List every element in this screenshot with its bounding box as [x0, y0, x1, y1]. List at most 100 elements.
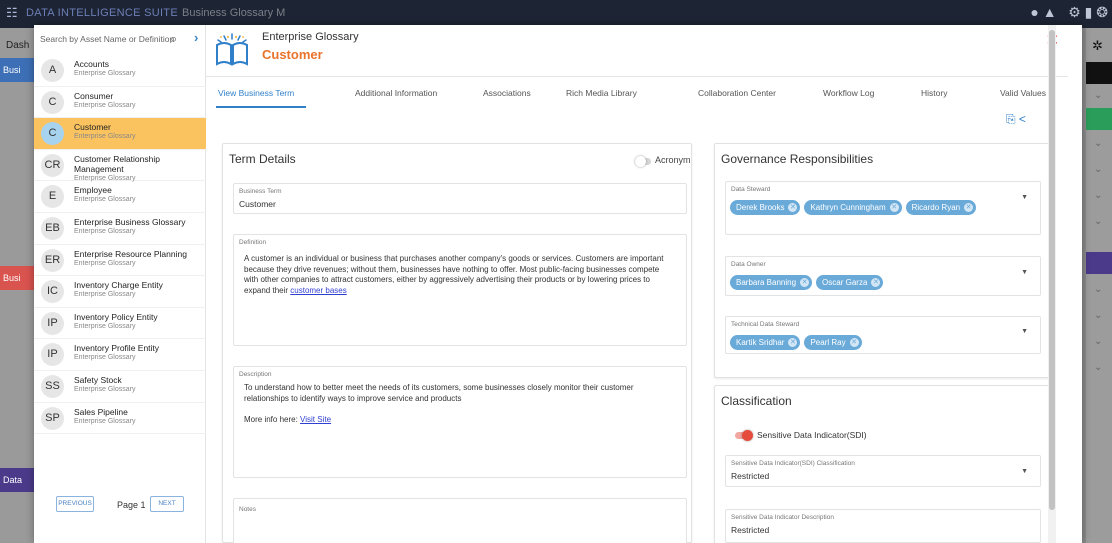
list-item[interactable]: IP Inventory Policy Entity Enterprise Glos…	[34, 308, 206, 340]
list-item[interactable]: C Customer Enterprise Glossary	[34, 118, 206, 150]
acronym-toggle[interactable]	[635, 156, 651, 167]
collapse-chevron-icon[interactable]: ›	[194, 30, 198, 45]
tab-view-business-term[interactable]: View Business Term	[218, 88, 294, 98]
background-breadcrumb: Business Glossary M	[182, 7, 286, 19]
acronym-label: Acronym	[655, 155, 691, 165]
definition-field[interactable]: Definition A customer is an individual o…	[233, 234, 687, 346]
list-item-glossary: Enterprise Glossary	[74, 385, 136, 393]
steward-chip[interactable]: Kathryn Cunningham ✕	[804, 200, 902, 215]
tab-additional-information[interactable]: Additional Information	[355, 88, 437, 98]
chevron-down-icon: ⌄	[1094, 362, 1103, 373]
sdi-description-field[interactable]: Sensitive Data Indicator Description Res…	[725, 509, 1041, 543]
tab-collaboration-center[interactable]: Collaboration Center	[698, 88, 776, 98]
avatar: C	[41, 90, 64, 114]
governance-title: Governance Responsibilities	[721, 152, 874, 166]
classification-title: Classification	[721, 394, 792, 408]
data-steward-label: Data Steward	[731, 186, 771, 193]
list-item-glossary: Enterprise Glossary	[74, 196, 136, 204]
chevron-down-icon[interactable]: ▼	[1021, 328, 1028, 335]
pagination: PREVIOUS Page 1 NEXT	[34, 493, 206, 523]
list-item-name: Sales Pipeline Enterprise Glossary	[74, 407, 200, 427]
previous-button[interactable]: PREVIOUS	[56, 496, 94, 512]
technical-steward-label: Technical Data Steward	[731, 321, 800, 328]
app-brand: DATA INTELLIGENCE SUITE	[26, 7, 178, 19]
tab-valid-values[interactable]: Valid Values	[1000, 88, 1046, 98]
chevron-down-icon[interactable]: ▼	[1021, 194, 1028, 201]
list-item-glossary: Enterprise Glossary	[74, 259, 136, 267]
list-item[interactable]: A Accounts Enterprise Glossary	[34, 55, 206, 87]
list-item[interactable]: EB Enterprise Business Glossary Enterprise…	[34, 213, 206, 245]
tab-workflow-log[interactable]: Workflow Log	[823, 88, 874, 98]
tab-associations[interactable]: Associations	[483, 88, 531, 98]
list-item[interactable]: ER Enterprise Resource Planning Enterprise…	[34, 245, 206, 277]
list-item[interactable]: SS Safety Stock Enterprise Glossary	[34, 371, 206, 403]
list-item[interactable]: CR Customer Relationship Management Enterp…	[34, 150, 206, 182]
definition-label: Definition	[239, 239, 267, 246]
tech-steward-chip[interactable]: Kartik Sridhar ✕	[730, 335, 801, 350]
remove-icon: ✕	[800, 278, 810, 287]
avatar: A	[41, 59, 64, 82]
avatar: IC	[41, 280, 64, 304]
description-text: To understand how to better meet the nee…	[244, 383, 634, 403]
chevron-down-icon[interactable]: ▼	[1021, 468, 1028, 475]
chevron-down-icon: ⌄	[1094, 310, 1103, 321]
tech-steward-chip[interactable]: Pearl Ray ✕	[804, 335, 862, 350]
more-info-label: More info here:	[244, 415, 298, 424]
list-item[interactable]: IC Inventory Charge Entity Enterprise Glos…	[34, 276, 206, 308]
business-term-field[interactable]: Business Term Customer	[233, 183, 687, 214]
list-item[interactable]: E Employee Enterprise Glossary	[34, 181, 206, 213]
background-block	[1086, 252, 1112, 274]
list-item-glossary: Enterprise Glossary	[74, 354, 136, 362]
technical-steward-chips: Kartik Sridhar ✕ Pearl Ray ✕	[730, 332, 866, 350]
more-info: More info here: Visit Site	[244, 415, 674, 426]
list-item-glossary: Enterprise Glossary	[74, 227, 136, 235]
tab-history[interactable]: History	[921, 88, 947, 98]
steward-chip[interactable]: Derek Brooks ✕	[730, 200, 801, 215]
description-field[interactable]: Description To understand how to better …	[233, 366, 687, 478]
sdi-toggle[interactable]	[735, 430, 753, 441]
page-label: Page 1	[117, 500, 146, 510]
avatar: ER	[41, 248, 64, 272]
visit-site-link[interactable]: Visit Site	[300, 415, 331, 424]
data-owner-field[interactable]: Data Owner Barbara Banning ✕ Oscar Garza ✕ …	[725, 256, 1041, 296]
chevron-down-icon: ⌄	[1094, 164, 1103, 175]
avatar: IP	[41, 343, 64, 367]
notes-field[interactable]: Notes	[233, 498, 687, 543]
governance-card: Governance Responsibilities Data Steward…	[714, 143, 1051, 378]
list-item-glossary: Enterprise Glossary	[74, 133, 136, 141]
scrollbar-thumb[interactable]	[1049, 30, 1055, 510]
list-item[interactable]: IP Inventory Profile Entity Enterprise Glo…	[34, 339, 206, 371]
next-button[interactable]: NEXT	[150, 496, 184, 512]
chevron-down-icon: ⌄	[1094, 216, 1103, 227]
apps-grid-icon: ☷	[6, 5, 18, 20]
search-input[interactable]: Search by Asset Name or Definition	[40, 34, 174, 44]
glossary-name: Enterprise Glossary	[262, 31, 359, 43]
list-item-name: Inventory Profile Entity Enterprise Gloss…	[74, 343, 200, 363]
list-item-name: Customer Relationship Management Enterpri…	[74, 154, 200, 184]
search-bar[interactable]: Search by Asset Name or Definition ⌕ ›	[34, 25, 206, 55]
owner-chip[interactable]: Barbara Banning ✕	[730, 275, 813, 290]
chevron-down-icon: ⌄	[1094, 190, 1103, 201]
remove-icon: ✕	[788, 203, 798, 212]
chevron-down-icon[interactable]: ▼	[1021, 269, 1028, 276]
tab-rich-media-library[interactable]: Rich Media Library	[566, 88, 637, 98]
customer-bases-link[interactable]: customer bases	[290, 286, 346, 295]
sdi-classification-select[interactable]: Sensitive Data Indicator(SDI) Classifica…	[725, 455, 1041, 487]
data-steward-field[interactable]: Data Steward Derek Brooks ✕ Kathryn Cunnin…	[725, 181, 1041, 235]
list-item-glossary: Enterprise Glossary	[74, 70, 136, 77]
list-item-name: Customer Enterprise Glossary	[74, 122, 200, 142]
list-item-name: Inventory Charge Entity Enterprise Glossa…	[74, 280, 200, 300]
list-item[interactable]: C Consumer Enterprise Glossary	[34, 87, 206, 119]
share-icon[interactable]: ⎘ <	[1006, 112, 1026, 127]
notes-label: Notes	[239, 506, 256, 513]
remove-icon: ✕	[849, 338, 859, 347]
remove-icon: ✕	[788, 338, 798, 347]
data-owner-chips: Barbara Banning ✕ Oscar Garza ✕	[730, 272, 887, 290]
term-details-card: Term Details Acronym Business Term Custo…	[222, 143, 692, 543]
owner-chip[interactable]: Oscar Garza ✕	[816, 275, 884, 290]
technical-steward-field[interactable]: Technical Data Steward Kartik Sridhar ✕ Pe…	[725, 316, 1041, 354]
list-item[interactable]: SP Sales Pipeline Enterprise Glossary	[34, 403, 206, 435]
page-scrollbar[interactable]	[1048, 25, 1056, 543]
search-icon[interactable]: ⌕	[170, 31, 177, 47]
steward-chip[interactable]: Ricardo Ryan ✕	[905, 200, 977, 215]
